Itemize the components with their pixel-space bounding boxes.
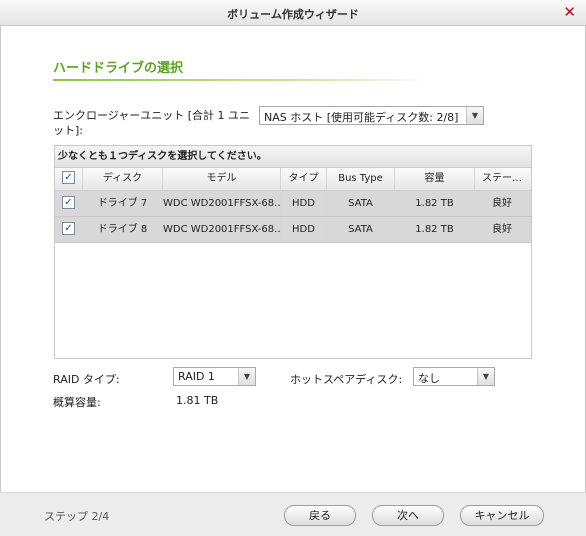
row-checkbox-cell[interactable]: ✓ bbox=[55, 191, 83, 216]
raid-type-label: RAID タイプ: bbox=[53, 373, 120, 386]
column-header-status[interactable]: ステー… bbox=[475, 168, 529, 190]
row-checkbox[interactable]: ✓ bbox=[62, 221, 75, 235]
disk-bus: SATA bbox=[327, 217, 395, 242]
enclosure-label: エンクロージャーユニット [合計 1 ユニット]: bbox=[53, 109, 251, 137]
window-title: ボリューム作成ウィザード bbox=[227, 8, 359, 21]
disk-type: HDD bbox=[281, 191, 327, 216]
raid-type-value: RAID 1 bbox=[178, 370, 215, 383]
hot-spare-value: なし bbox=[418, 372, 440, 385]
select-all-cell[interactable]: ✓ bbox=[55, 168, 83, 190]
row-checkbox-cell[interactable]: ✓ bbox=[55, 217, 83, 242]
table-row[interactable]: ✓ ドライブ 8 WDC WD2001FFSX-68… HDD SATA 1.8… bbox=[55, 217, 531, 243]
disk-model: WDC WD2001FFSX-68… bbox=[163, 217, 281, 242]
row-checkbox[interactable]: ✓ bbox=[62, 195, 75, 209]
disk-name: ドライブ 7 bbox=[83, 191, 163, 216]
disk-capacity: 1.82 TB bbox=[395, 217, 475, 242]
section-divider bbox=[53, 79, 433, 81]
raid-type-select[interactable]: RAID 1 ▼ bbox=[173, 367, 256, 386]
disk-bus: SATA bbox=[327, 191, 395, 216]
section-title: ハードドライブの選択 bbox=[53, 61, 184, 76]
column-header-bus-type[interactable]: Bus Type bbox=[327, 168, 395, 190]
back-button[interactable]: 戻る bbox=[284, 505, 356, 526]
capacity-label: 概算容量: bbox=[53, 396, 101, 409]
disk-type: HDD bbox=[281, 217, 327, 242]
table-row[interactable]: ✓ ドライブ 7 WDC WD2001FFSX-68… HDD SATA 1.8… bbox=[55, 191, 531, 217]
chevron-down-icon[interactable]: ▼ bbox=[477, 368, 494, 385]
next-button[interactable]: 次へ bbox=[372, 505, 444, 526]
title-bar: ボリューム作成ウィザード ✕ bbox=[0, 0, 586, 26]
disk-table-caption: 少なくとも１つディスクを選択してください。 bbox=[55, 146, 531, 168]
wizard-footer: ステップ 2/4 戻る 次へ キャンセル bbox=[0, 492, 586, 536]
disk-capacity: 1.82 TB bbox=[395, 191, 475, 216]
cancel-button[interactable]: キャンセル bbox=[460, 505, 544, 526]
chevron-down-icon[interactable]: ▼ bbox=[466, 107, 483, 124]
disk-model: WDC WD2001FFSX-68… bbox=[163, 191, 281, 216]
disk-status: 良好 bbox=[492, 198, 512, 209]
close-icon[interactable]: ✕ bbox=[563, 3, 576, 21]
enclosure-select-value: NAS ホスト [使用可能ディスク数: 2/8] bbox=[264, 111, 459, 124]
column-header-type[interactable]: タイプ bbox=[281, 168, 327, 190]
column-header-capacity[interactable]: 容量 bbox=[395, 168, 475, 190]
disk-table-header: ✓ ディスク モデル タイプ Bus Type 容量 ステー… bbox=[55, 168, 531, 191]
hot-spare-label: ホットスペアディスク: bbox=[290, 373, 403, 386]
column-header-model[interactable]: モデル bbox=[163, 168, 281, 190]
step-indicator: ステップ 2/4 bbox=[44, 510, 110, 523]
select-all-checkbox[interactable]: ✓ bbox=[62, 170, 75, 184]
disk-name: ドライブ 8 bbox=[83, 217, 163, 242]
hot-spare-select[interactable]: なし ▼ bbox=[413, 367, 495, 386]
enclosure-select[interactable]: NAS ホスト [使用可能ディスク数: 2/8] ▼ bbox=[259, 106, 484, 125]
disk-status: 良好 bbox=[492, 224, 512, 235]
chevron-down-icon[interactable]: ▼ bbox=[238, 368, 255, 385]
capacity-value: 1.81 TB bbox=[176, 394, 219, 407]
column-header-disk[interactable]: ディスク bbox=[83, 168, 163, 190]
disk-table: 少なくとも１つディスクを選択してください。 ✓ ディスク モデル タイプ Bus… bbox=[54, 145, 532, 359]
